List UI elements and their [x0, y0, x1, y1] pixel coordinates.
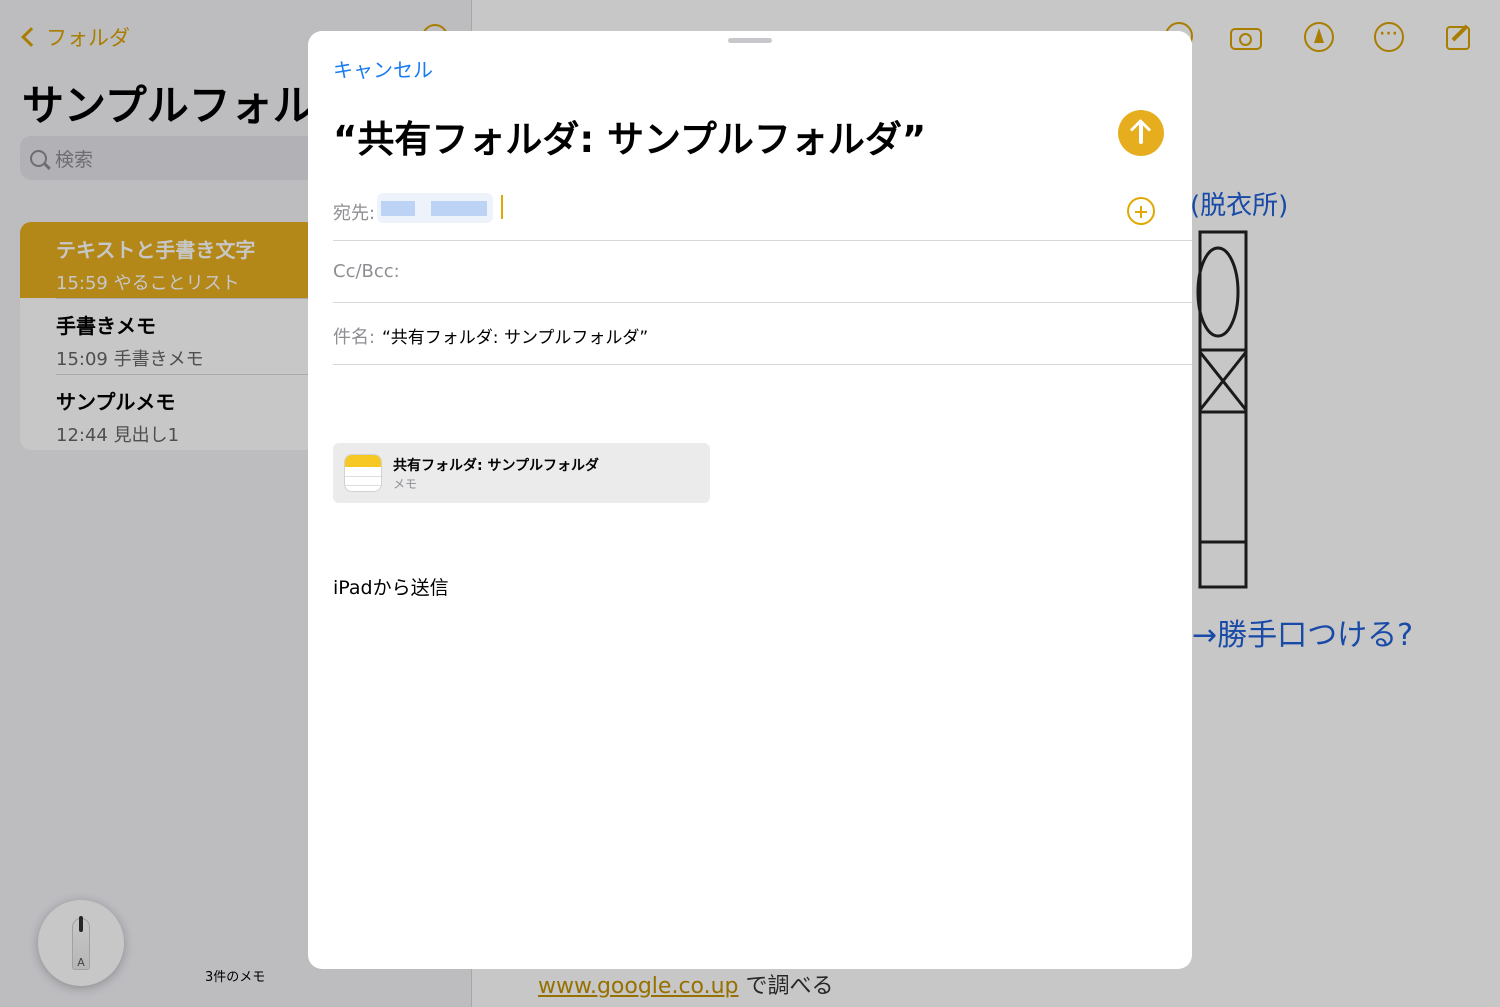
send-button[interactable]	[1118, 110, 1164, 156]
subject-label: 件名:	[333, 327, 376, 348]
note-attachment[interactable]: 共有フォルダ: サンプルフォルダ メモ	[333, 443, 710, 503]
sheet-grabber[interactable]	[728, 38, 772, 43]
attachment-subtitle: メモ	[393, 477, 418, 491]
mail-signature[interactable]: iPadから送信	[333, 573, 449, 600]
compose-title: “共有フォルダ: サンプルフォルダ”	[333, 118, 927, 161]
subject-value: “共有フォルダ: サンプルフォルダ”	[382, 328, 649, 348]
mail-compose-sheet: キャンセル “共有フォルダ: サンプルフォルダ” 宛先: Cc/Bcc: 件名:…	[308, 31, 1192, 969]
to-label: 宛先:	[333, 203, 376, 224]
cancel-button[interactable]: キャンセル	[333, 54, 433, 83]
ccbcc-field[interactable]: Cc/Bcc:	[333, 241, 1192, 303]
to-field[interactable]: 宛先:	[333, 179, 1192, 241]
ccbcc-label: Cc/Bcc:	[333, 261, 400, 282]
text-cursor	[501, 195, 503, 219]
recipient-chip[interactable]	[377, 193, 493, 223]
attachment-title: 共有フォルダ: サンプルフォルダ	[393, 458, 600, 474]
notes-app-icon	[344, 454, 382, 492]
add-contact-icon[interactable]	[1127, 197, 1155, 225]
subject-field[interactable]: 件名: “共有フォルダ: サンプルフォルダ”	[333, 303, 1192, 365]
